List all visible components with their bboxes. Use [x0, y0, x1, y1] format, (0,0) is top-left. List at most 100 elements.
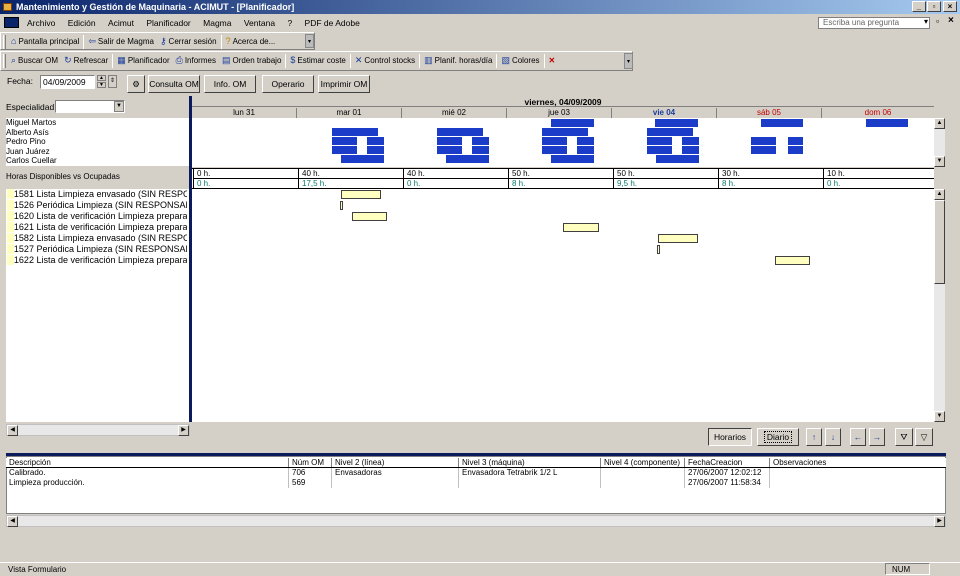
task-bar[interactable] [352, 212, 387, 221]
occupied-block[interactable] [682, 146, 699, 154]
task-bar[interactable] [341, 190, 381, 199]
day-header[interactable]: mar 01 [297, 108, 402, 118]
operator-name[interactable]: Carlos Cuellar [6, 156, 189, 166]
task-bar[interactable] [563, 223, 599, 232]
menu-planificador[interactable]: Planificador [141, 15, 195, 31]
menu-archivo[interactable]: Archivo [22, 15, 60, 31]
date-up-icon[interactable]: ▲ [97, 75, 106, 81]
table-scrollbar[interactable]: ◀ ▶ [6, 515, 946, 527]
operator-name[interactable]: Alberto Asís [6, 128, 189, 138]
occupied-block[interactable] [542, 137, 567, 145]
colores-button[interactable]: ▧ Colores [498, 53, 542, 69]
acerca-button[interactable]: ? Acerca de... [223, 33, 279, 49]
task-bar[interactable] [657, 245, 660, 254]
occupied-block[interactable] [647, 137, 672, 145]
scroll-down-icon[interactable]: ▼ [934, 156, 945, 167]
occupied-block[interactable] [446, 155, 489, 163]
menu-edicion[interactable]: Edición [63, 15, 101, 31]
occupied-block[interactable] [866, 119, 908, 127]
control-stocks-button[interactable]: ✕ Control stocks [352, 53, 418, 69]
scroll-down-icon[interactable]: ▼ [934, 411, 945, 422]
day-header-selected[interactable]: vie 04 [612, 108, 717, 118]
operator-name[interactable]: Pedro Pino [6, 137, 189, 147]
occupied-block[interactable] [437, 146, 462, 154]
planif-horas-button[interactable]: ▥ Planif. horas/día [421, 53, 495, 69]
arrow-down-icon[interactable]: ↓ [825, 428, 841, 446]
day-header-weekend[interactable]: sáb 05 [717, 108, 822, 118]
scroll-right-icon[interactable]: ▶ [934, 516, 945, 527]
occupied-block[interactable] [332, 137, 357, 145]
cerrar-sesion-button[interactable]: ⚷ Cerrar sesión [157, 34, 220, 50]
occupied-block[interactable] [472, 146, 489, 154]
estimar-coste-button[interactable]: $ Estimar coste [287, 52, 348, 68]
occupied-block[interactable] [647, 146, 672, 154]
day-header[interactable]: jue 03 [507, 108, 612, 118]
day-header[interactable]: lun 31 [192, 108, 297, 118]
task-item[interactable]: ▏1526 Periódica Limpieza (SIN RESPONSABL… [7, 200, 187, 211]
occupied-block[interactable] [332, 128, 378, 136]
refrescar-button[interactable]: ↻ Refrescar [61, 53, 111, 69]
salir-button[interactable]: ⇦ Salir de Magma [85, 34, 157, 50]
scroll-right-icon[interactable]: ▶ [178, 425, 189, 436]
occupied-block[interactable] [751, 137, 776, 145]
occupied-block[interactable] [367, 137, 384, 145]
occupied-block[interactable] [367, 146, 384, 154]
task-bar[interactable] [775, 256, 810, 265]
menu-ventana[interactable]: Ventana [239, 15, 280, 31]
mdi-restore-icon[interactable]: ▫ [936, 16, 939, 26]
fecha-input[interactable]: 04/09/2009 [40, 75, 95, 89]
occupied-block[interactable] [761, 119, 803, 127]
arrow-right-icon[interactable]: → [869, 428, 885, 446]
imprimir-om-button[interactable]: Imprimir OM [318, 75, 370, 93]
pantalla-principal-button[interactable]: ⌂ Pantalla principal [8, 33, 82, 49]
task-item[interactable]: ▏1621 Lista de verificación Limpieza pre… [7, 222, 187, 233]
task-item[interactable]: ▏1527 Periódica Limpieza (SIN RESPONSABL… [7, 244, 187, 255]
table-row[interactable]: Calibrado. 706 Envasadoras Envasadora Te… [6, 468, 946, 478]
restore-icon[interactable]: ▫ [927, 1, 941, 12]
informes-button[interactable]: ⎙ Informes [173, 53, 219, 69]
occupied-block[interactable] [437, 128, 483, 136]
chevron-down-icon[interactable]: ▼ [114, 101, 124, 112]
occupied-block[interactable] [647, 128, 693, 136]
task-list-scrollbar[interactable]: ◀ ▶ [6, 424, 190, 436]
diario-button[interactable]: Diario [757, 428, 799, 446]
occupied-block[interactable] [751, 146, 776, 154]
operator-name[interactable]: Juan Juárez [6, 147, 189, 157]
operator-name[interactable]: Miguel Martos [6, 118, 189, 128]
occupied-block[interactable] [682, 137, 699, 145]
info-om-button[interactable]: Info. OM [204, 75, 256, 93]
task-item[interactable]: ▏1581 Lista Limpieza envasado (SIN RESPO… [7, 189, 187, 200]
toolbar-options-icon[interactable]: ▾ [305, 34, 314, 48]
occupied-block[interactable] [577, 137, 594, 145]
occupied-block[interactable] [332, 146, 357, 154]
filter-options-icon[interactable]: ⚙ [127, 75, 145, 93]
occupied-block[interactable] [788, 146, 803, 154]
planificador-button[interactable]: ▦ Planificador [114, 53, 172, 69]
scroll-left-icon[interactable]: ◀ [7, 516, 18, 527]
filter-edit-icon[interactable]: ⛛ [895, 428, 913, 446]
scroll-thumb[interactable] [934, 200, 945, 284]
date-spin-icon[interactable]: ⇕ [108, 75, 117, 88]
table-row[interactable]: Limpieza producción. 569 27/06/2007 11:5… [6, 478, 946, 488]
gantt-scrollbar[interactable]: ▲ ▼ [934, 189, 945, 422]
minimize-icon[interactable]: _ [912, 1, 926, 12]
buscar-om-button[interactable]: ⌕ Buscar OM [8, 53, 61, 69]
occupied-block[interactable] [341, 155, 384, 163]
occupied-block[interactable] [788, 137, 803, 145]
occupied-block[interactable] [577, 146, 594, 154]
occupied-block[interactable] [655, 119, 698, 127]
day-header[interactable]: mié 02 [402, 108, 507, 118]
mdi-close-icon[interactable]: × [948, 15, 954, 26]
arrow-up-icon[interactable]: ↑ [806, 428, 822, 446]
menu-help[interactable]: ? [282, 15, 297, 31]
date-down-icon[interactable]: ▼ [97, 82, 106, 88]
occupied-block[interactable] [542, 146, 567, 154]
operario-button[interactable]: Operario [262, 75, 314, 93]
task-item[interactable]: ▏1622 Lista de verificación Limpieza pre… [7, 255, 187, 266]
menu-pdf[interactable]: PDF de Adobe [300, 15, 365, 31]
scroll-up-icon[interactable]: ▲ [934, 189, 945, 200]
close-form-button[interactable]: ✕ [546, 53, 559, 69]
consulta-om-button[interactable]: Consulta OM [148, 75, 200, 93]
ask-dropdown-icon[interactable]: ▾ [924, 17, 928, 26]
occupied-block[interactable] [551, 155, 594, 163]
